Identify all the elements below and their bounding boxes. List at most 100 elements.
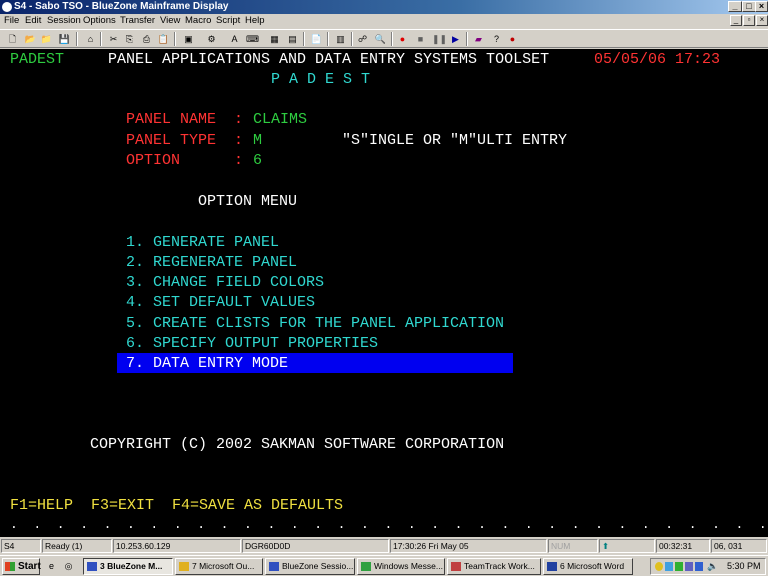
task-teamtrack[interactable]: TeamTrack Work... [447, 558, 541, 575]
tray-icon[interactable] [655, 562, 663, 571]
open-file-icon[interactable]: 📁 [40, 33, 53, 45]
help-icon[interactable]: ? [490, 33, 503, 45]
option-6[interactable]: 6. SPECIFY OUTPUT PROPERTIES [126, 335, 378, 352]
option-3[interactable]: 3. CHANGE FIELD COLORS [126, 274, 324, 291]
word-icon [547, 562, 557, 571]
keyboard-icon[interactable]: ⌨ [246, 33, 259, 45]
toolbar-separator [351, 32, 353, 46]
status-bar: S4 Ready (1) 10.253.60.129 DGR60D0D 17:3… [0, 538, 768, 554]
toolbar-separator [391, 32, 393, 46]
menu-edit[interactable]: Edit [25, 14, 41, 28]
toolbar-separator [76, 32, 78, 46]
clipboard-icon[interactable]: 📄 [310, 33, 323, 45]
menu-transfer[interactable]: Transfer [120, 14, 155, 28]
menu-view[interactable]: View [160, 14, 180, 28]
tray-icon[interactable] [675, 562, 683, 571]
font-icon[interactable]: A [228, 33, 241, 45]
dot-line: . . . . . . . . . . . . . . . . . . . . … [10, 517, 768, 532]
bluezone-icon [87, 562, 97, 571]
title-bar: S4 - Sabo TSO - BlueZone Mainframe Displ… [0, 0, 768, 14]
menu-macro[interactable]: Macro [185, 14, 211, 28]
panel-name-field[interactable]: CLAIMS [253, 111, 307, 128]
print-icon[interactable]: ⎙ [140, 33, 153, 45]
close-button[interactable]: × [755, 1, 768, 12]
book-icon[interactable]: ▰ [472, 33, 485, 45]
tray-icon[interactable] [665, 562, 673, 571]
menu-help[interactable]: Help [245, 14, 265, 28]
find-icon[interactable]: 🔍 [374, 33, 387, 45]
task-label: BlueZone Sessio... [282, 561, 354, 571]
minimize-button[interactable]: _ [728, 1, 742, 12]
task-label: Windows Messe... [374, 561, 443, 571]
pf-keys: F1=HELP F3=EXIT F4=SAVE AS DEFAULTS [10, 497, 344, 514]
outlook-quicklaunch-icon[interactable]: ◎ [62, 560, 75, 572]
hotspot-icon[interactable]: ▦ [268, 33, 281, 45]
menu-script[interactable]: Script [216, 14, 240, 28]
up-arrow-icon: ⬆ [602, 541, 610, 551]
teamtrack-icon [451, 562, 461, 571]
header-datetime: 05/05/06 17:23 [594, 51, 721, 68]
task-bluezone[interactable]: 3 BlueZone M... [83, 558, 173, 575]
pause-icon[interactable]: ❚❚ [432, 33, 447, 45]
tray-icon[interactable] [695, 562, 703, 571]
ie-icon[interactable]: e [45, 560, 58, 572]
task-bluezone-session[interactable]: BlueZone Sessio... [265, 558, 355, 575]
option-5[interactable]: 5. CREATE CLISTS FOR THE PANEL APPLICATI… [126, 315, 504, 332]
option-4[interactable]: 4. SET DEFAULT VALUES [126, 294, 315, 311]
menu-bar: File Edit Session Options Transfer View … [0, 14, 768, 28]
option-menu-title: OPTION MENU [198, 193, 298, 210]
menu-session[interactable]: Session [47, 14, 81, 28]
copyright-text: COPYRIGHT (C) 2002 SAKMAN SOFTWARE CORPO… [90, 436, 505, 453]
menu-options[interactable]: Options [83, 14, 116, 28]
status-ip: 10.253.60.129 [113, 539, 241, 553]
save-icon[interactable]: 💾 [58, 33, 71, 45]
connect-icon[interactable]: ☍ [356, 33, 369, 45]
status-state: Ready (1) [42, 539, 112, 553]
option-2[interactable]: 2. REGENERATE PANEL [126, 254, 297, 271]
volume-icon[interactable]: 🔈 [707, 562, 718, 571]
status-session: S4 [1, 539, 41, 553]
app-icon [2, 2, 12, 12]
option-field[interactable]: 6 [253, 152, 262, 169]
new-icon[interactable]: 🗋 [6, 33, 19, 45]
start-button[interactable]: Start [2, 558, 41, 575]
windows-logo-icon [5, 562, 15, 571]
apple-icon[interactable]: ● [506, 33, 519, 45]
cut-icon[interactable]: ✂ [107, 33, 120, 45]
open-icon[interactable]: 📂 [24, 33, 37, 45]
status-indicator: ⬆ [599, 539, 655, 553]
outlook-icon [179, 562, 189, 571]
clock[interactable]: 5:30 PM [727, 559, 761, 574]
status-elapsed: 00:32:31 [656, 539, 710, 553]
stop-icon[interactable]: ■ [414, 33, 427, 45]
copy-icon[interactable]: ⎘ [123, 33, 136, 45]
play-icon[interactable]: ▶ [449, 33, 462, 45]
maximize-button[interactable]: □ [742, 1, 756, 12]
record-icon[interactable]: ● [396, 33, 409, 45]
doc-minimize-button[interactable]: _ [730, 15, 742, 26]
paste-icon[interactable]: 📋 [157, 33, 170, 45]
task-label: 3 BlueZone M... [100, 561, 163, 571]
doc-close-button[interactable]: × [756, 15, 768, 26]
option-7[interactable]: 7. DATA ENTRY MODE [126, 355, 288, 372]
task-label: TeamTrack Work... [464, 561, 535, 571]
doc-restore-button[interactable]: ▫ [743, 15, 755, 26]
tray-icon[interactable] [685, 562, 693, 571]
taskbar: Start e ◎ 3 BlueZone M... 7 Microsoft Ou… [0, 555, 768, 576]
app-id: PADEST [10, 51, 65, 68]
task-outlook[interactable]: 7 Microsoft Ou... [175, 558, 263, 575]
panel-type-field[interactable]: M [253, 132, 262, 149]
properties-icon[interactable]: ⚙ [205, 33, 218, 45]
image-icon[interactable]: ▥ [334, 33, 347, 45]
status-cursor: 06, 031 [711, 539, 767, 553]
task-label: 6 Microsoft Word [560, 561, 625, 571]
home-icon[interactable]: ⌂ [84, 33, 97, 45]
screen-icon[interactable]: ▤ [286, 33, 299, 45]
option-1[interactable]: 1. GENERATE PANEL [126, 234, 279, 251]
task-word[interactable]: 6 Microsoft Word [543, 558, 633, 575]
display-icon[interactable]: ▣ [182, 33, 195, 45]
menu-file[interactable]: File [4, 14, 19, 28]
task-messenger[interactable]: Windows Messe... [357, 558, 445, 575]
toolbar-separator [327, 32, 329, 46]
terminal-screen[interactable]: PADEST PANEL APPLICATIONS AND DATA ENTRY… [0, 49, 768, 537]
